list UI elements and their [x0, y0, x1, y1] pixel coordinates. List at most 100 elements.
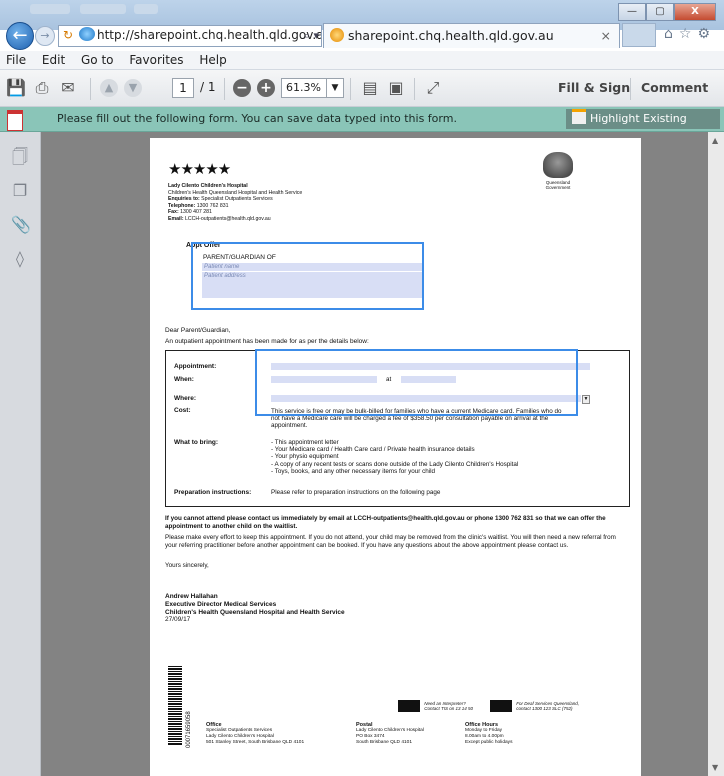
page-down-icon[interactable]: ▼ — [124, 79, 142, 97]
search-dropdown-icon[interactable]: ⌕ ▾ — [304, 26, 319, 45]
org-name: Lady Cilento Children's Hospital — [168, 183, 248, 189]
page-number-input[interactable]: 1 — [172, 78, 194, 98]
list-item: - Your physio equipment — [271, 453, 339, 461]
letter-header: Lady Cilento Children's Hospital Childre… — [168, 183, 302, 223]
binoculars-icon[interactable]: ◊ — [11, 250, 29, 268]
letter-date: 27/09/17 — [165, 616, 191, 624]
footer-office: Office Specialist Outpatients Services L… — [206, 722, 305, 745]
zoom-in-icon[interactable]: + — [257, 79, 275, 97]
zoom-out-icon[interactable]: − — [233, 79, 251, 97]
refresh-icon[interactable]: ↻ — [63, 26, 77, 45]
vertical-scrollbar[interactable]: ▲ ▼ — [708, 132, 724, 776]
bring-label: What to bring: — [174, 439, 219, 446]
menu-edit[interactable]: Edit — [42, 53, 65, 67]
form-message: Please fill out the following form. You … — [57, 112, 457, 125]
prep-label: Preparation instructions: — [174, 489, 252, 496]
back-button[interactable]: ← — [6, 22, 34, 50]
fill-sign-button[interactable]: Fill & Sign — [558, 80, 630, 95]
document-area: ★★★★★ Lady Cilento Children's Hospital C… — [41, 132, 708, 776]
page-copy-icon[interactable]: ❐ — [11, 182, 29, 200]
email-icon[interactable]: ✉ — [58, 78, 78, 98]
contact-line: Telephone: 1300 762 831 — [168, 202, 229, 209]
scroll-up-icon[interactable]: ▲ — [712, 136, 718, 145]
favorites-star-icon[interactable]: ☆ — [679, 26, 698, 42]
pdf-toolbar: 💾 ⎙ ✉ ▲ ▼ 1 / 1 − + 61.3% ▼ ▤ ▣ ⤢ Fill &… — [0, 70, 724, 107]
zoom-level-input[interactable]: 61.3% — [281, 78, 329, 98]
menu-bar: File Edit Go to Favorites Help — [0, 51, 724, 70]
contact-paragraph: If you cannot attend please contact us i… — [165, 515, 606, 530]
signer-name: Andrew Hallahan — [165, 593, 218, 600]
browser-tools: ⌂☆⚙ — [664, 26, 716, 42]
menu-file[interactable]: File — [6, 53, 26, 67]
expand-icon[interactable]: ⤢ — [423, 78, 443, 98]
ie-tab-icon — [330, 28, 344, 42]
hospital-logo: ★★★★★ — [168, 161, 231, 178]
menu-favorites[interactable]: Favorites — [129, 53, 183, 67]
when-label: When: — [174, 376, 194, 383]
footer-postal: Postal Lady Cilento Children's Hospital … — [356, 722, 424, 745]
bring-list: - This appointment letter - Your Medicar… — [271, 439, 601, 475]
pages-thumbnail-icon[interactable]: 🗍 — [11, 148, 29, 166]
blurred-tab — [134, 4, 158, 14]
scroll-down-icon[interactable]: ▼ — [712, 763, 718, 772]
highlight-fields-button[interactable]: Highlight Existing Fields — [566, 109, 720, 145]
list-item: - Toys, books, and any other necessary i… — [271, 467, 436, 475]
highlight-icon — [572, 109, 586, 124]
footer-hours: Office Hours Monday to Friday 8.00am to … — [465, 722, 513, 745]
attachment-icon[interactable]: 📎 — [11, 216, 31, 234]
maximize-button[interactable]: ▢ — [646, 3, 674, 21]
navigation-bar: ← → ↻ http://sharepoint.chq.health.qld.go… — [0, 20, 724, 50]
dear-line: Dear Parent/Guardian, — [165, 327, 231, 334]
deaf-services-notice: For Deaf Services Queensland, contact 130… — [490, 700, 579, 712]
forward-button[interactable]: → — [35, 26, 55, 46]
toolbar-divider — [630, 78, 631, 100]
pdf-page: ★★★★★ Lady Cilento Children's Hospital C… — [150, 138, 641, 776]
contact-line: Enquiries to: Specialist Outpatients Ser… — [168, 196, 273, 203]
scroll-mode-icon[interactable]: ▤ — [360, 78, 380, 98]
contact-line: Email: LCCH-outpatients@health.qld.gov.a… — [168, 215, 271, 222]
tab-title: sharepoint.chq.health.qld.gov.au — [348, 28, 554, 43]
toolbar-divider — [414, 78, 415, 100]
contact-line: Fax: 1300 407 281 — [168, 209, 212, 216]
new-tab-button[interactable] — [622, 23, 656, 47]
gov-label: Queensland Government — [545, 180, 571, 190]
toolbar-divider — [350, 78, 351, 100]
form-notification-bar: Please fill out the following form. You … — [0, 107, 724, 145]
list-item: - A copy of any recent tests or scans do… — [271, 460, 519, 468]
page-up-icon[interactable]: ▲ — [100, 79, 118, 97]
form-icon — [7, 110, 23, 131]
tab-close-icon[interactable]: × — [601, 24, 611, 48]
effort-paragraph: Please make every effort to keep this ap… — [165, 534, 616, 549]
print-icon[interactable]: ⎙ — [32, 78, 52, 98]
address-bar[interactable]: ↻ http://sharepoint.chq.health.qld.gov.au… — [58, 25, 322, 47]
home-icon[interactable]: ⌂ — [664, 26, 679, 42]
fit-page-icon[interactable]: ▣ — [386, 78, 406, 98]
deaf-services-icon — [490, 700, 512, 712]
tab-sharepoint[interactable]: sharepoint.chq.health.qld.gov.au × — [323, 23, 620, 48]
pdf-sidebar: 🗍 ❐ 📎 ◊ — [0, 132, 41, 776]
save-icon[interactable]: 💾 — [6, 78, 26, 98]
close-window-button[interactable]: X — [674, 3, 716, 21]
interpreter-notice: Need an Interpreter? Contact TIS on 13 14… — [398, 700, 473, 712]
where-dropdown-icon[interactable]: ▼ — [582, 395, 590, 404]
field-highlight-box — [255, 349, 578, 416]
barcode — [168, 666, 182, 746]
intro-line: An outpatient appointment has been made … — [165, 338, 369, 345]
qld-government-logo: Queensland Government — [534, 152, 582, 190]
window-controls: — ▢ X — [618, 3, 716, 21]
minimize-button[interactable]: — — [618, 3, 646, 21]
org-service: Children's Health Queensland Hospital an… — [168, 189, 303, 196]
closing: Yours sincerely, — [165, 562, 209, 569]
cost-label: Cost: — [174, 407, 191, 414]
comment-button[interactable]: Comment — [641, 80, 708, 95]
barcode-number: 00071659058 — [186, 711, 192, 748]
field-highlight-box — [191, 242, 424, 310]
signature-block: Andrew Hallahan Executive Director Medic… — [165, 593, 345, 624]
address-text[interactable]: http://sharepoint.chq.health.qld.gov.au/ — [97, 28, 321, 42]
menu-goto[interactable]: Go to — [81, 53, 114, 67]
gear-icon[interactable]: ⚙ — [697, 26, 716, 42]
zoom-dropdown-icon[interactable]: ▼ — [326, 78, 344, 98]
signer-title: Executive Director Medical Services — [165, 600, 277, 608]
list-item: - Your Medicare card / Health Care card … — [271, 446, 475, 454]
menu-help[interactable]: Help — [199, 53, 226, 67]
